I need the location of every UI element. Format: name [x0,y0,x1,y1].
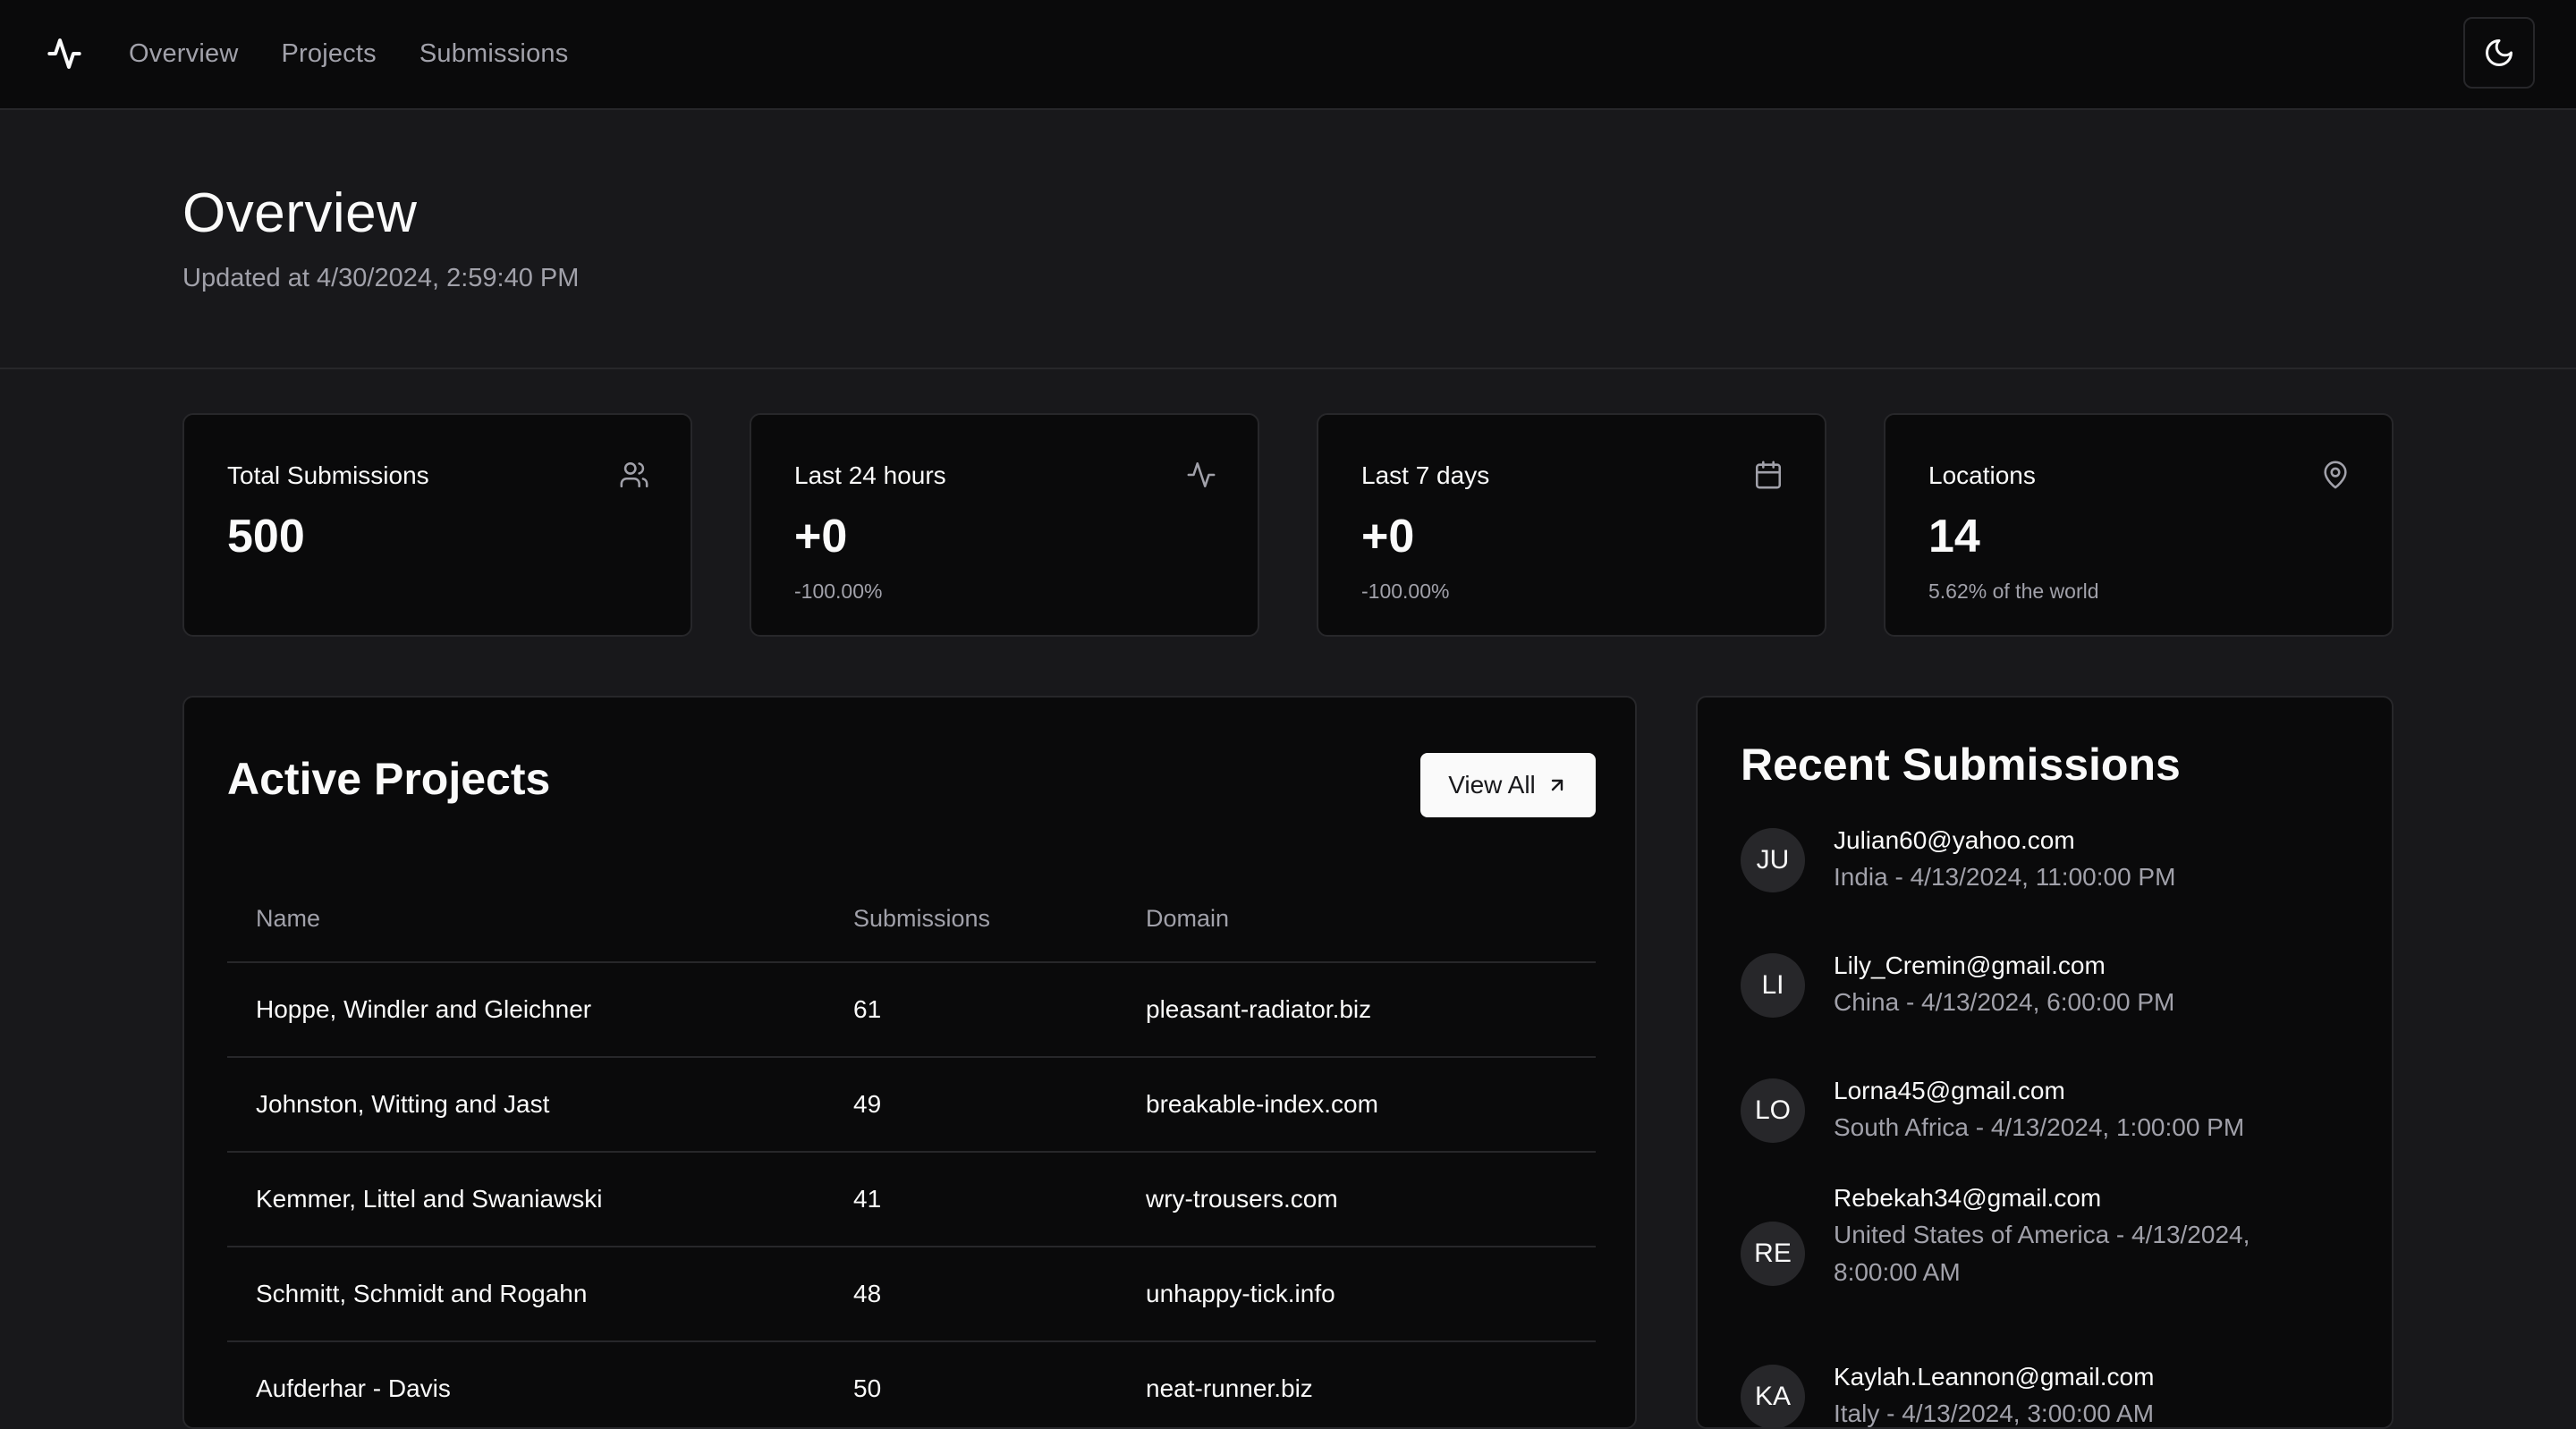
page-title: Overview [182,182,418,244]
nav-submissions[interactable]: Submissions [419,39,569,69]
recent-submissions-title: Recent Submissions [1741,740,2181,790]
projects-table: Name Submissions Domain Hoppe, Windler a… [227,876,1596,1427]
stat-sub: 5.62% of the world [1928,579,2099,603]
recent-submissions-panel: Recent Submissions JU Julian60@yahoo.com… [1696,696,2394,1429]
stat-sub: -100.00% [1361,579,1450,603]
column-header-name: Name [227,876,825,963]
stat-label: Locations [1928,461,2036,489]
view-all-label: View All [1448,771,1536,799]
view-all-button[interactable]: View All [1420,753,1596,817]
submission-email: Kaylah.Leannon@gmail.com [1834,1363,2155,1391]
project-domain: unhappy-tick.info [1117,1247,1596,1342]
theme-toggle-button[interactable] [2463,17,2535,89]
project-submissions: 61 [825,962,1117,1058]
submission-meta: China - 4/13/2024, 6:00:00 PM [1834,988,2175,1016]
avatar: JU [1741,828,1805,892]
project-name: Kemmer, Littel and Swaniawski [227,1152,825,1247]
submission-email: Rebekah34@gmail.com [1834,1184,2102,1212]
table-row[interactable]: Johnston, Witting and Jast 49 breakable-… [227,1057,1596,1153]
project-submissions: 48 [825,1247,1117,1342]
project-name: Schmitt, Schmidt and Rogahn [227,1247,825,1342]
stat-value: +0 [794,511,848,562]
active-projects-title: Active Projects [227,754,551,804]
avatar: LO [1741,1078,1805,1143]
project-name: Johnston, Witting and Jast [227,1057,825,1153]
submission-email: Lily_Cremin@gmail.com [1834,951,2106,979]
submission-email: Lorna45@gmail.com [1834,1077,2065,1104]
project-submissions: 41 [825,1152,1117,1247]
project-name: Hoppe, Windler and Gleichner [227,962,825,1058]
main-nav: Overview Projects Submissions [129,0,568,107]
stat-value: 500 [227,511,305,562]
stat-card-last-7-days: Last 7 days +0 -100.00% [1317,413,1826,637]
arrow-up-right-icon [1551,779,1563,791]
project-submissions: 49 [825,1057,1117,1153]
nav-overview[interactable]: Overview [129,39,238,69]
stat-sub: -100.00% [794,579,883,603]
moon-icon [2486,39,2512,66]
project-domain: pleasant-radiator.biz [1117,962,1596,1058]
project-domain: wry-trousers.com [1117,1152,1596,1247]
column-header-submissions: Submissions [825,876,1117,963]
nav-projects[interactable]: Projects [281,39,376,69]
project-name: Aufderhar - Davis [227,1341,825,1427]
avatar: KA [1741,1365,1805,1427]
stat-card-locations: Locations 14 5.62% of the world [1884,413,2394,637]
table-row[interactable]: Schmitt, Schmidt and Rogahn 48 unhappy-t… [227,1247,1596,1342]
project-submissions: 50 [825,1341,1117,1427]
submission-email: Julian60@yahoo.com [1834,826,2075,854]
table-row[interactable]: Aufderhar - Davis 50 neat-runner.biz [227,1341,1596,1427]
updated-timestamp: Updated at 4/30/2024, 2:59:40 PM [182,264,580,292]
stat-label: Total Submissions [227,461,429,489]
stat-label: Last 24 hours [794,461,946,489]
avatar: RE [1741,1222,1805,1286]
stat-card-total-submissions: Total Submissions 500 [182,413,692,637]
project-domain: neat-runner.biz [1117,1341,1596,1427]
calendar-icon [1753,460,1784,490]
activity-logo-icon[interactable] [47,36,82,72]
table-row[interactable]: Hoppe, Windler and Gleichner 61 pleasant… [227,962,1596,1058]
table-header-row: Name Submissions Domain [227,876,1596,963]
users-icon [619,460,649,490]
stat-label: Last 7 days [1361,461,1490,489]
page-header: Overview Updated at 4/30/2024, 2:59:40 P… [0,110,2576,369]
activity-icon [1186,460,1216,490]
project-domain: breakable-index.com [1117,1057,1596,1153]
avatar: LI [1741,953,1805,1018]
active-projects-panel: Active Projects View All Name Submission… [182,696,1637,1429]
stat-card-last-24-hours: Last 24 hours +0 -100.00% [750,413,1259,637]
stat-value: 14 [1928,511,1980,562]
stat-value: +0 [1361,511,1415,562]
submission-meta: Italy - 4/13/2024, 3:00:00 AM [1834,1399,2155,1427]
map-pin-icon [2320,460,2351,490]
column-header-domain: Domain [1117,876,1596,963]
submission-meta: South Africa - 4/13/2024, 1:00:00 PM [1834,1113,2245,1141]
submission-meta: United States of America - 4/13/2024, 8:… [1834,1221,2250,1286]
submission-meta: India - 4/13/2024, 11:00:00 PM [1834,863,2176,891]
top-navbar: Overview Projects Submissions [0,0,2576,110]
table-row[interactable]: Kemmer, Littel and Swaniawski 41 wry-tro… [227,1152,1596,1247]
